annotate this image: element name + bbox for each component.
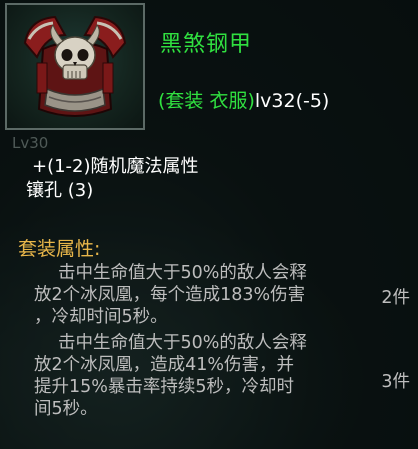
- set-effect-line: 间5秒。: [34, 399, 98, 419]
- set-effect-line: ，冷却时间5秒。: [34, 307, 168, 327]
- set-effect-3pc: 击中生命值大于50%的敌人会释 放2个冰凤凰，造成41%伤害，并 提升15%暴击…: [34, 332, 364, 420]
- item-tooltip: Lv30 黑煞钢甲 (套装 衣服)lv32(-5) +(1-2)随机魔法属性 镶…: [0, 0, 418, 449]
- item-level-requirement: lv32(-5): [254, 90, 330, 112]
- skull-chest-armor-icon: [23, 15, 127, 117]
- set-bonus-title: 套装属性:: [18, 238, 101, 260]
- set-piece-count-2: 2件: [381, 288, 410, 308]
- set-effect-line: 放2个冰凤凰，造成41%伤害，并: [34, 355, 295, 375]
- set-effect-line: 击中生命值大于50%的敌人会释: [58, 333, 307, 353]
- set-effect-line: 提升15%暴击率持续5秒，冷却时: [34, 377, 295, 397]
- item-icon-frame[interactable]: [5, 3, 145, 130]
- set-piece-count-3: 3件: [381, 372, 410, 392]
- set-effect-line: 击中生命值大于50%的敌人会释: [58, 263, 307, 283]
- socket-count: 镶孔 (3): [26, 180, 94, 201]
- item-icon-level: Lv30: [12, 134, 49, 152]
- random-magic-stat: +(1-2)随机魔法属性: [32, 156, 199, 177]
- item-name: 黑煞钢甲: [160, 32, 253, 57]
- item-type-line: (套装 衣服)lv32(-5): [158, 86, 329, 113]
- item-type-label: (套装 衣服): [158, 90, 255, 112]
- set-effect-2pc: 击中生命值大于50%的敌人会释 放2个冰凤凰，每个造成183%伤害 ，冷却时间5…: [34, 262, 364, 328]
- set-effect-line: 放2个冰凤凰，每个造成183%伤害: [34, 285, 306, 305]
